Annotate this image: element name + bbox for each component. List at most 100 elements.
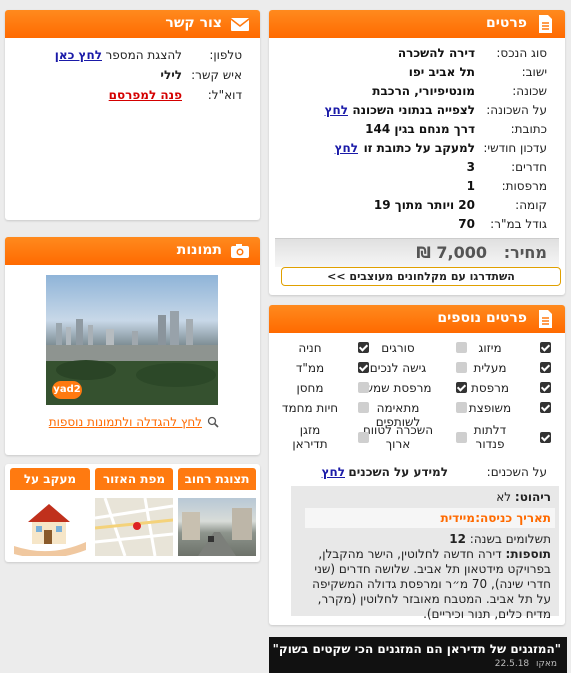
feature-checkbox[interactable] bbox=[358, 342, 369, 353]
contact-title: צור קשר bbox=[165, 15, 222, 31]
feature-checkbox[interactable] bbox=[540, 362, 551, 373]
tab-street-view-label: תצוגת רחוב bbox=[184, 472, 250, 486]
magnifier-icon[interactable] bbox=[207, 416, 219, 428]
feature-checkbox[interactable] bbox=[456, 432, 467, 443]
ad-source: מאקו bbox=[536, 659, 557, 669]
street-view-thumbnail[interactable] bbox=[178, 498, 256, 556]
details-header: פרטים bbox=[269, 10, 565, 38]
ad-headline: "המזגנים של תדיראן הם המזגנים הכי שקטים … bbox=[272, 642, 561, 656]
enlarge-row: לחץ להגדלה ולתמונות נוספות bbox=[5, 415, 260, 431]
house-in-hand-image bbox=[14, 504, 86, 556]
detail-value: 20 ויותר מתוך 19 bbox=[373, 198, 475, 212]
additions-label: תוספות: bbox=[505, 547, 551, 561]
ad-banner[interactable]: "המזגנים של תדיראן הם המזגנים הכי שקטים … bbox=[269, 637, 567, 673]
feature-checkbox[interactable] bbox=[358, 362, 369, 373]
detail-label: חדרים: bbox=[511, 160, 547, 174]
ad-source-line: מאקו 22.5.18 bbox=[495, 659, 557, 669]
payments-label: תשלומים בשנה: bbox=[469, 532, 551, 546]
street-image bbox=[182, 508, 252, 556]
feature-checkbox[interactable] bbox=[540, 342, 551, 353]
home-tracking-thumbnail[interactable] bbox=[10, 498, 90, 556]
feature-label: מעלית bbox=[473, 361, 507, 375]
document-icon bbox=[539, 15, 552, 33]
detail-label: גודל במ"ר: bbox=[490, 217, 547, 231]
detail-row: מרפסות: 1 bbox=[269, 179, 565, 195]
feature-checkbox[interactable] bbox=[358, 402, 369, 413]
feature-checkbox[interactable] bbox=[540, 382, 551, 393]
feature-label: סורגים bbox=[381, 341, 415, 355]
area-map-thumbnail[interactable] bbox=[95, 498, 173, 556]
feature-label: מרפסת bbox=[470, 381, 510, 395]
detail-link[interactable]: לחץ bbox=[325, 103, 348, 117]
tenants-label: על השכנים: bbox=[486, 465, 547, 479]
detail-label: עדכון חודשי: bbox=[483, 141, 547, 155]
person-value: לילי bbox=[160, 68, 182, 82]
contact-person-row: איש קשר: לילי bbox=[5, 68, 260, 84]
feature-label: מרפסת שמש bbox=[364, 381, 432, 395]
feature-checkbox[interactable] bbox=[540, 402, 551, 413]
detail-value: דירה להשכרה bbox=[397, 46, 475, 60]
detail-value: מונטיפיורי, הרכבת bbox=[372, 84, 475, 98]
detail-label: על השכונה: bbox=[486, 103, 547, 117]
ad-date: 22.5.18 bbox=[494, 659, 530, 669]
payments-value: 12 bbox=[449, 532, 466, 546]
feature-checkbox[interactable] bbox=[358, 382, 369, 393]
upgrade-button[interactable]: השתדרגו עם מקלחונים מעוצבים >> bbox=[281, 267, 561, 286]
phone-text: להצגת המספר bbox=[105, 48, 182, 62]
tab-area-map[interactable]: מפת האזור bbox=[95, 468, 173, 490]
feature-label: משופצת bbox=[468, 401, 512, 415]
document-icon bbox=[539, 310, 552, 328]
detail-label: כתובת: bbox=[510, 122, 547, 136]
detail-row: קומה: 20 ויותר מתוך 19 bbox=[269, 198, 565, 214]
contact-card: צור קשר טלפון: להצגת המספר לחץ כאן איש ק… bbox=[5, 10, 260, 220]
contact-phone-row: טלפון: להצגת המספר לחץ כאן bbox=[5, 48, 260, 64]
feature-checkbox[interactable] bbox=[540, 432, 551, 443]
envelope-icon bbox=[230, 18, 250, 31]
upgrade-button-label: השתדרגו עם מקלחונים מעוצבים >> bbox=[327, 270, 515, 283]
detail-link[interactable]: לחץ bbox=[335, 141, 358, 155]
price-bar: מחיר: 7,000 ₪ bbox=[275, 238, 559, 267]
feature-label: גישה לנכים bbox=[369, 361, 427, 375]
detail-value: דרך מנחם בגין 144 bbox=[365, 122, 475, 136]
detail-value: 1 bbox=[466, 179, 475, 193]
payments-row: תשלומים בשנה: 12 bbox=[449, 532, 551, 546]
detail-label: סוג הנכס: bbox=[496, 46, 547, 60]
detail-row: על השכונה: לצפייה בנתוני השכונה לחץ bbox=[269, 103, 565, 119]
tenants-row: על השכנים: למידע על השכנים לחץ bbox=[269, 465, 565, 481]
detail-row: חדרים: 3 bbox=[269, 160, 565, 176]
furniture-row: ריהוט: לא bbox=[496, 490, 551, 504]
details-title: פרטים bbox=[485, 15, 527, 31]
feature-checkbox[interactable] bbox=[456, 342, 467, 353]
detail-row: גודל במ"ר: 70 bbox=[269, 217, 565, 233]
feature-checkbox[interactable] bbox=[456, 382, 467, 393]
feature-label: דלתות פנדור bbox=[473, 423, 507, 451]
camera-icon bbox=[231, 244, 249, 258]
photos-card: תמונות yad2 לחץ להגדלה ולתמונות נוספות bbox=[5, 237, 260, 455]
tab-home-tracking[interactable]: מעקב על הבית bbox=[10, 468, 90, 508]
detail-label: קומה: bbox=[515, 198, 547, 212]
entry-date-value: מיידית bbox=[440, 511, 475, 525]
feature-checkbox[interactable] bbox=[358, 432, 369, 443]
feature-checkbox[interactable] bbox=[456, 362, 467, 373]
map-image bbox=[95, 498, 173, 556]
person-label: איש קשר: bbox=[191, 68, 242, 82]
extra-details-card: פרטים נוספים על השכנים: למידע על השכנים … bbox=[269, 305, 565, 625]
detail-value: 70 bbox=[458, 217, 475, 231]
detail-row: סוג הנכס: דירה להשכרה bbox=[269, 46, 565, 62]
detail-value: למעקב על כתובת זו bbox=[363, 141, 475, 155]
contact-email-row: דוא"ל: פנה למפרסם bbox=[5, 88, 260, 104]
tab-street-view[interactable]: תצוגת רחוב bbox=[178, 468, 256, 490]
main-photo[interactable]: yad2 bbox=[46, 275, 218, 405]
info-box: ריהוט: לא תאריך כניסה: מיידית תשלומים בש… bbox=[291, 486, 559, 621]
furniture-value: לא bbox=[496, 490, 512, 504]
details-card: פרטים מחיר: 7,000 ₪ השתדרגו עם מקלחונים … bbox=[269, 10, 565, 295]
enlarge-photos-link[interactable]: לחץ להגדלה ולתמונות נוספות bbox=[49, 415, 202, 429]
media-tabs-card: תצוגת רחוב מפת האזור מעקב על הבית bbox=[5, 464, 260, 562]
detail-row: כתובת: דרך מנחם בגין 144 bbox=[269, 122, 565, 138]
feature-checkbox[interactable] bbox=[456, 402, 467, 413]
tenants-link[interactable]: לחץ bbox=[322, 465, 345, 479]
contact-advertiser-link[interactable]: פנה למפרסם bbox=[109, 88, 182, 102]
show-phone-link[interactable]: לחץ כאן bbox=[55, 48, 102, 62]
feature-label: מיזוג bbox=[478, 341, 502, 355]
feature-label: חניה bbox=[298, 341, 322, 355]
